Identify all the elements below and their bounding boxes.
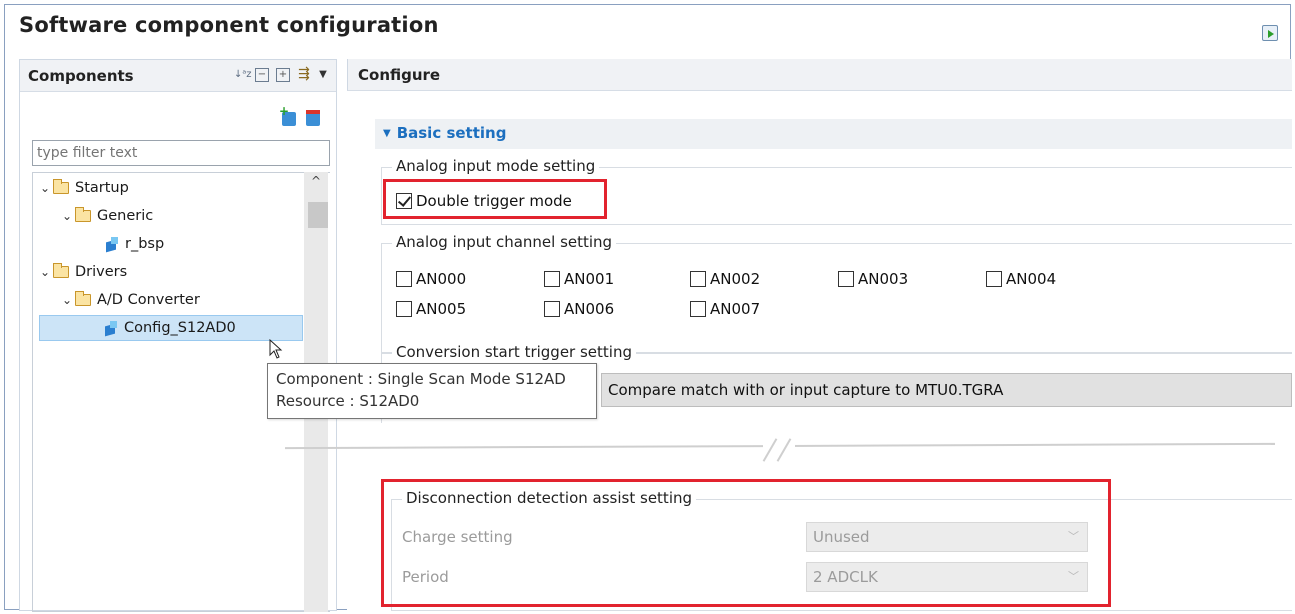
sort-az-icon[interactable]: ↓ᵃz (234, 68, 252, 82)
chevron-down-icon[interactable]: ⌄ (37, 259, 53, 285)
analog-input-channel-group: Analog input channel setting AN000 AN001… (381, 233, 1292, 353)
checkbox-icon[interactable] (690, 271, 706, 287)
checkbox-icon[interactable] (544, 271, 560, 287)
scroll-up-icon[interactable]: ^ (304, 174, 328, 192)
checkbox-icon[interactable] (396, 301, 412, 317)
channel-an006-checkbox[interactable]: AN006 (544, 300, 614, 318)
configure-header: Configure (347, 59, 1292, 91)
components-toolbar: ↓ᵃz − + ⇶ ▼ (234, 67, 328, 82)
tree-item-ad-converter[interactable]: ⌄ A/D Converter (59, 287, 200, 313)
channel-an004-checkbox[interactable]: AN004 (986, 270, 1056, 288)
components-header: Components ↓ᵃz − + ⇶ ▼ (20, 60, 336, 92)
components-pane: Components ↓ᵃz − + ⇶ ▼ ⌄ Startup ⌄ (19, 59, 337, 612)
conversion-start-select[interactable]: Compare match with or input capture to M… (601, 373, 1292, 407)
checkbox-icon[interactable] (544, 301, 560, 317)
tree-item-label: r_bsp (125, 236, 165, 252)
view-menu-chevron-down-icon[interactable]: ▼ (318, 68, 328, 82)
basic-setting-section[interactable]: ▼ Basic setting (375, 119, 1292, 149)
channel-an003-checkbox[interactable]: AN003 (838, 270, 908, 288)
channel-an001-checkbox[interactable]: AN001 (544, 270, 614, 288)
generate-code-icon[interactable] (1262, 25, 1278, 41)
tree-item-generic[interactable]: ⌄ Generic (59, 203, 153, 229)
collapse-all-icon[interactable]: − (255, 68, 269, 82)
tree-item-label: Startup (75, 180, 129, 196)
tree-item-startup[interactable]: ⌄ Startup (37, 175, 129, 201)
checkbox-icon[interactable] (690, 301, 706, 317)
checkbox-icon[interactable] (986, 271, 1002, 287)
group-label: Conversion start trigger setting (392, 343, 636, 361)
highlight-box (383, 179, 607, 219)
group-label: Analog input mode setting (392, 157, 600, 175)
scroll-thumb[interactable] (308, 202, 328, 228)
folder-icon (53, 263, 69, 278)
link-editor-icon[interactable]: ⇶ (297, 67, 311, 82)
tree-item-label: Generic (97, 208, 154, 224)
component-tooltip: Component : Single Scan Mode S12AD Resou… (267, 363, 597, 419)
tree-item-r-bsp[interactable]: r_bsp (105, 231, 164, 257)
configure-pane: Configure ▼ Basic setting Analog input mo… (347, 59, 1292, 611)
checkbox-icon[interactable] (396, 271, 412, 287)
window-title: Software component configuration (19, 13, 439, 37)
title-bar: Software component configuration (5, 5, 1290, 49)
chevron-down-icon[interactable]: ⌄ (37, 175, 53, 201)
component-icon (104, 321, 118, 335)
components-title: Components (28, 67, 134, 85)
tree-item-label: A/D Converter (97, 292, 200, 308)
component-icon (105, 237, 119, 251)
tooltip-resource: Resource : S12AD0 (276, 392, 420, 410)
chevron-down-icon[interactable]: ⌄ (59, 287, 75, 313)
tree-item-label: Config_S12AD0 (124, 320, 236, 336)
filter-input[interactable] (32, 140, 330, 166)
add-component-icon[interactable] (279, 104, 296, 126)
basic-setting-title: ▼ Basic setting (383, 124, 507, 142)
channel-an002-checkbox[interactable]: AN002 (690, 270, 760, 288)
chevron-down-icon[interactable]: ⌄ (59, 203, 75, 229)
tree-item-drivers[interactable]: ⌄ Drivers (37, 259, 127, 285)
channel-an000-checkbox[interactable]: AN000 (396, 270, 466, 288)
window-frame: Software component configuration Compone… (4, 4, 1292, 612)
folder-icon (75, 207, 91, 222)
expand-all-icon[interactable]: + (276, 68, 290, 82)
checkbox-icon[interactable] (838, 271, 854, 287)
tooltip-component: Component : Single Scan Mode S12AD (276, 370, 566, 388)
folder-icon (53, 179, 69, 194)
highlight-box (381, 479, 1111, 607)
component-actions (279, 104, 320, 126)
remove-component-icon[interactable] (306, 110, 320, 126)
group-label: Analog input channel setting (392, 233, 617, 251)
configure-title: Configure (358, 66, 441, 84)
tree-item-label: Drivers (75, 264, 128, 280)
channel-an005-checkbox[interactable]: AN005 (396, 300, 466, 318)
mouse-pointer-icon (269, 339, 283, 359)
channel-an007-checkbox[interactable]: AN007 (690, 300, 760, 318)
tree-item-config-s12ad0[interactable]: Config_S12AD0 (39, 315, 303, 341)
folder-icon (75, 291, 91, 306)
triangle-down-icon: ▼ (383, 128, 391, 139)
